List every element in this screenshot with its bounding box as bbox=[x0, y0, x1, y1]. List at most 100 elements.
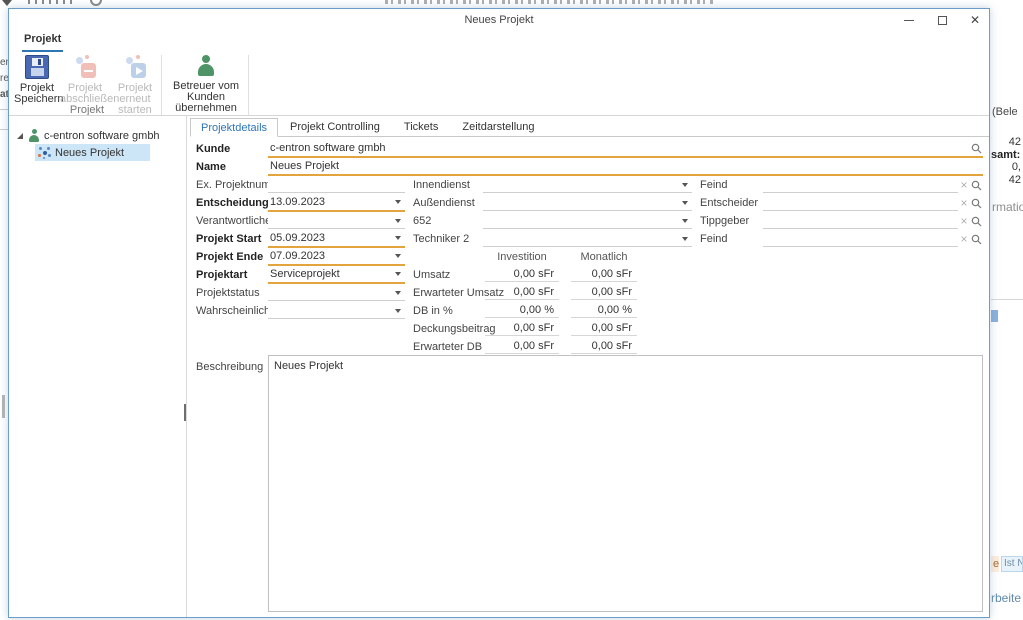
close-button[interactable]: ✕ bbox=[967, 12, 983, 28]
betreuer-uebernehmen-button[interactable]: Betreuer vom Kunden übernehmen bbox=[164, 55, 248, 113]
chevron-down-icon[interactable] bbox=[395, 200, 401, 204]
projektstatus-dropdown[interactable] bbox=[268, 285, 405, 301]
db-prozent-investition-field[interactable]: 0,00 % bbox=[485, 302, 559, 318]
background-value-fragment: 42 bbox=[991, 174, 1021, 186]
entscheider-field[interactable] bbox=[763, 195, 958, 211]
clear-icon[interactable]: × bbox=[958, 215, 970, 227]
beschreibung-textarea[interactable]: Neues Projekt bbox=[268, 355, 983, 612]
background-icon-fragment bbox=[991, 310, 998, 322]
deckungsbeitrag-investition-field[interactable]: 0,00 sFr bbox=[485, 320, 559, 336]
customer-icon bbox=[28, 129, 40, 142]
clear-icon[interactable]: × bbox=[958, 233, 970, 245]
clear-icon[interactable]: × bbox=[958, 179, 970, 191]
background-app-fragment-icon bbox=[90, 0, 102, 6]
652-dropdown[interactable] bbox=[483, 213, 692, 229]
kunde-field[interactable]: c-entron software gmbh bbox=[268, 141, 983, 158]
projekt-ende-dropdown[interactable]: 07.09.2023 bbox=[268, 249, 405, 266]
chevron-down-icon[interactable] bbox=[682, 219, 688, 223]
search-icon[interactable] bbox=[970, 142, 983, 155]
erwarteter-db-investition-field[interactable]: 0,00 sFr bbox=[485, 338, 559, 354]
maximize-button[interactable] bbox=[934, 12, 950, 28]
chevron-down-icon[interactable] bbox=[682, 237, 688, 241]
projekt-start-dropdown[interactable]: 05.09.2023 bbox=[268, 231, 405, 248]
umsatz-monatlich-field[interactable]: 0,00 sFr bbox=[571, 266, 637, 282]
form-row-aussendienst: Außendienst bbox=[413, 194, 692, 212]
clear-icon[interactable]: × bbox=[958, 197, 970, 209]
erwarteter-db-monatlich-field[interactable]: 0,00 sFr bbox=[571, 338, 637, 354]
form-row-ex-projektnummer: Ex. Projektnummer bbox=[196, 176, 405, 194]
tab-tickets[interactable]: Tickets bbox=[392, 118, 450, 136]
project-icon bbox=[38, 146, 51, 159]
background-right-panel: (Bele 42 samt: 51 0, 42 rmatio e Ist Nu … bbox=[991, 0, 1023, 620]
background-text-fragment: rmatio bbox=[992, 200, 1023, 214]
chevron-down-icon[interactable] bbox=[395, 272, 401, 276]
feind-2-field[interactable] bbox=[763, 231, 958, 247]
form-row-projekt-ende: Projekt Ende 07.09.2023 bbox=[196, 248, 405, 266]
db-prozent-monatlich-field[interactable]: 0,00 % bbox=[571, 302, 637, 318]
project-tree: c-entron software gmbh Neues Projekt bbox=[9, 116, 186, 617]
maximize-icon bbox=[938, 16, 947, 25]
search-icon[interactable] bbox=[970, 233, 983, 246]
tippgeber-field[interactable] bbox=[763, 213, 958, 229]
wahrscheinlichkeit-dropdown[interactable] bbox=[268, 303, 405, 319]
ribbon-separator bbox=[161, 55, 162, 115]
minimize-icon bbox=[904, 20, 914, 21]
form-row-entscheider: Entscheider × bbox=[700, 194, 983, 212]
form-row-652: 652 bbox=[413, 212, 692, 230]
tab-projektdetails[interactable]: Projektdetails bbox=[190, 118, 278, 137]
tree-node-customer[interactable]: c-entron software gmbh bbox=[9, 127, 186, 144]
chevron-down-icon[interactable] bbox=[682, 201, 688, 205]
background-text-fragment: en bbox=[0, 57, 8, 68]
aussendienst-dropdown[interactable] bbox=[483, 195, 692, 211]
background-text-fragment: rbeite bbox=[991, 591, 1021, 605]
person-icon bbox=[196, 55, 216, 77]
search-icon[interactable] bbox=[970, 197, 983, 210]
save-icon bbox=[25, 55, 49, 79]
finance-col-investition: Investition bbox=[485, 251, 559, 263]
verantwortlicher-dropdown[interactable] bbox=[268, 213, 405, 229]
minimize-button[interactable] bbox=[901, 12, 917, 28]
form-row-wahrscheinlichkeit: Wahrscheinlichkeit bbox=[196, 302, 405, 320]
form-row-projekt-start: Projekt Start 05.09.2023 bbox=[196, 230, 405, 248]
form-row-projektstatus: Projektstatus bbox=[196, 284, 405, 302]
search-icon[interactable] bbox=[970, 215, 983, 228]
tree-splitter[interactable] bbox=[186, 116, 187, 617]
umsatz-investition-field[interactable]: 0,00 sFr bbox=[485, 266, 559, 282]
techniker-2-dropdown[interactable] bbox=[483, 231, 692, 247]
close-icon: ✕ bbox=[970, 13, 980, 27]
ribbon: Projekt Speichern Projekt abschließen Pr… bbox=[9, 53, 989, 115]
background-scrollbar-thumb bbox=[2, 395, 5, 418]
detail-tabstrip: Projektdetails Projekt Controlling Ticke… bbox=[190, 118, 989, 137]
chevron-down-icon[interactable] bbox=[682, 183, 688, 187]
ribbon-separator bbox=[248, 55, 249, 115]
background-app-titlebar-fragment bbox=[385, 0, 715, 4]
erwarteter-umsatz-investition-field[interactable]: 0,00 sFr bbox=[485, 284, 559, 300]
tree-node-neues-projekt[interactable]: Neues Projekt bbox=[9, 144, 186, 161]
form-row-entscheidung: Entscheidung 13.09.2023 bbox=[196, 194, 405, 212]
search-icon[interactable] bbox=[970, 179, 983, 192]
entscheidung-dropdown[interactable]: 13.09.2023 bbox=[268, 195, 405, 212]
erwarteter-umsatz-monatlich-field[interactable]: 0,00 sFr bbox=[571, 284, 637, 300]
innendienst-dropdown[interactable] bbox=[483, 177, 692, 193]
dialog-titlebar[interactable]: Neues Projekt ✕ bbox=[9, 9, 989, 31]
projektart-dropdown[interactable]: Serviceprojekt bbox=[268, 267, 405, 284]
tab-zeitdarstellung[interactable]: Zeitdarstellung bbox=[450, 118, 546, 136]
form-row-feind-1: Feind × bbox=[700, 176, 983, 194]
name-field[interactable]: Neues Projekt bbox=[268, 159, 983, 176]
tree-expand-icon[interactable] bbox=[17, 133, 23, 139]
dialog-title: Neues Projekt bbox=[9, 14, 989, 26]
chevron-down-icon[interactable] bbox=[395, 291, 401, 295]
feind-1-field[interactable] bbox=[763, 177, 958, 193]
ribbon-tab-projekt[interactable]: Projekt bbox=[22, 33, 63, 50]
ex-projektnummer-field[interactable] bbox=[268, 177, 405, 193]
chevron-down-icon[interactable] bbox=[395, 254, 401, 258]
chevron-down-icon[interactable] bbox=[395, 236, 401, 240]
form-row-innendienst: Innendienst bbox=[413, 176, 692, 194]
background-text-fragment: re bbox=[0, 73, 8, 84]
chevron-down-icon[interactable] bbox=[395, 309, 401, 313]
tab-projekt-controlling[interactable]: Projekt Controlling bbox=[278, 118, 392, 136]
form-row-feind-2: Feind × bbox=[700, 230, 983, 248]
chevron-down-icon[interactable] bbox=[395, 219, 401, 223]
splitter-handle[interactable] bbox=[184, 404, 186, 421]
deckungsbeitrag-monatlich-field[interactable]: 0,00 sFr bbox=[571, 320, 637, 336]
